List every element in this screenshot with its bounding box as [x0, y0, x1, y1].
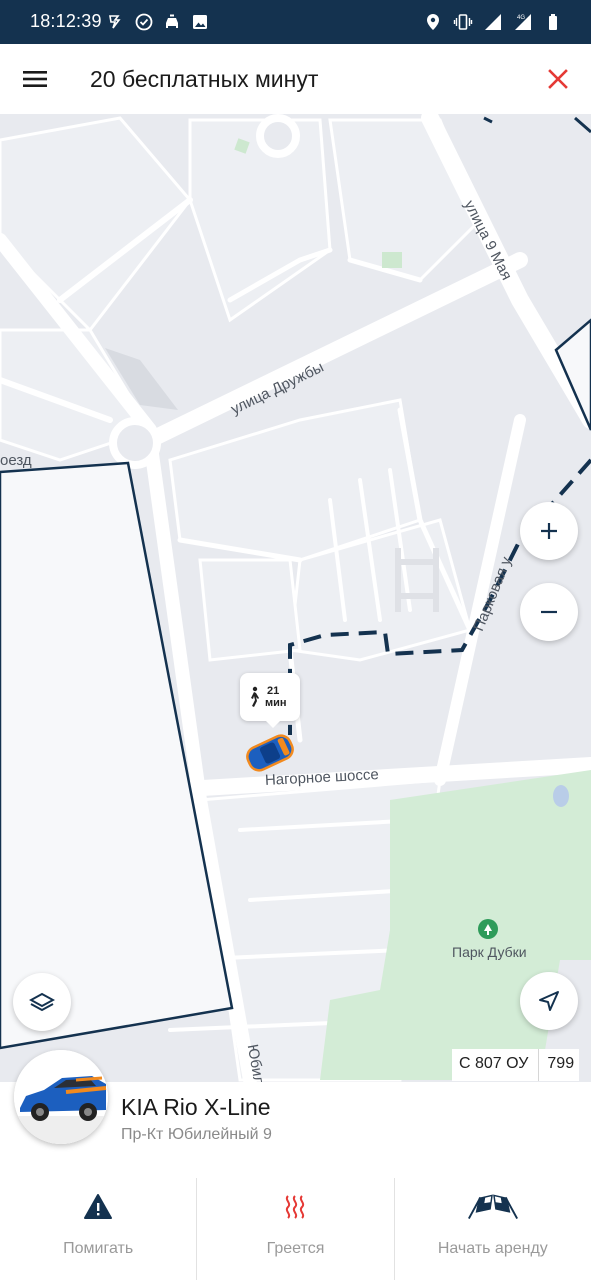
plate-region: 799 [547, 1055, 575, 1072]
navigation-arrow-icon [539, 991, 559, 1011]
heating-icon [286, 1195, 305, 1219]
plus-icon [541, 523, 557, 539]
start-rental-label: Начать аренду [437, 1240, 548, 1257]
status-time: 18:12:39 [30, 11, 102, 31]
location-pin-icon [423, 12, 443, 32]
check-circle-icon [134, 12, 154, 32]
image-icon [190, 12, 210, 32]
minus-icon [541, 610, 557, 614]
car-icon [162, 12, 182, 32]
car-image [14, 1050, 108, 1144]
zoom-in-button[interactable] [520, 502, 578, 560]
license-plate: С 807 ОУ 799 [452, 1049, 580, 1081]
heating-label: Греется [266, 1240, 325, 1257]
vibrate-icon [453, 12, 473, 32]
walk-time-bubble: 21 мин [240, 673, 300, 728]
zoom-out-button[interactable] [520, 583, 578, 641]
plate-number: С 807 ОУ [452, 1049, 540, 1081]
car-name: KIA Rio X-Line [121, 1094, 271, 1120]
checkered-flags-icon [467, 1194, 518, 1220]
warning-triangle-icon [84, 1194, 113, 1219]
walking-person-icon [251, 686, 259, 707]
car-marker[interactable] [244, 732, 296, 773]
park-label: Парк Дубки [452, 944, 527, 960]
walk-time-unit: мин [265, 697, 287, 709]
map-layers-button[interactable] [13, 973, 71, 1031]
signal-4g-icon: 4G [513, 12, 533, 32]
page-title: 20 бесплатных минут [90, 66, 319, 92]
street-label: оезд [0, 452, 32, 469]
hamburger-icon [23, 71, 47, 87]
blink-button[interactable]: Помигать [0, 1178, 196, 1280]
action-bar: Помигать Греется Начать аренду [0, 1178, 591, 1280]
taxi-app-icon [106, 12, 126, 32]
car-card[interactable]: KIA Rio X-Line Пр-Кт Юбилейный 9 Помигат… [0, 1050, 591, 1280]
blink-label: Помигать [63, 1240, 134, 1257]
svg-text:4G: 4G [517, 15, 525, 21]
battery-icon [543, 12, 563, 32]
heating-button[interactable]: Греется [196, 1178, 393, 1280]
close-icon [548, 69, 568, 89]
status-bar: 18:12:39 4G [0, 0, 591, 44]
menu-button[interactable] [17, 61, 53, 97]
app-header: 20 бесплатных минут [0, 44, 591, 114]
walk-time-value: 21 [267, 685, 280, 697]
my-location-button[interactable] [520, 972, 578, 1030]
layers-icon [29, 992, 55, 1012]
car-photo [14, 1050, 108, 1144]
map-view[interactable]: улица Дружбы улица 9 Мая Нагорное шоссе … [0, 114, 591, 1082]
close-button[interactable] [541, 62, 575, 96]
car-address: Пр-Кт Юбилейный 9 [121, 1126, 272, 1143]
signal-icon [483, 12, 503, 32]
start-rental-button[interactable]: Начать аренду [393, 1178, 591, 1280]
